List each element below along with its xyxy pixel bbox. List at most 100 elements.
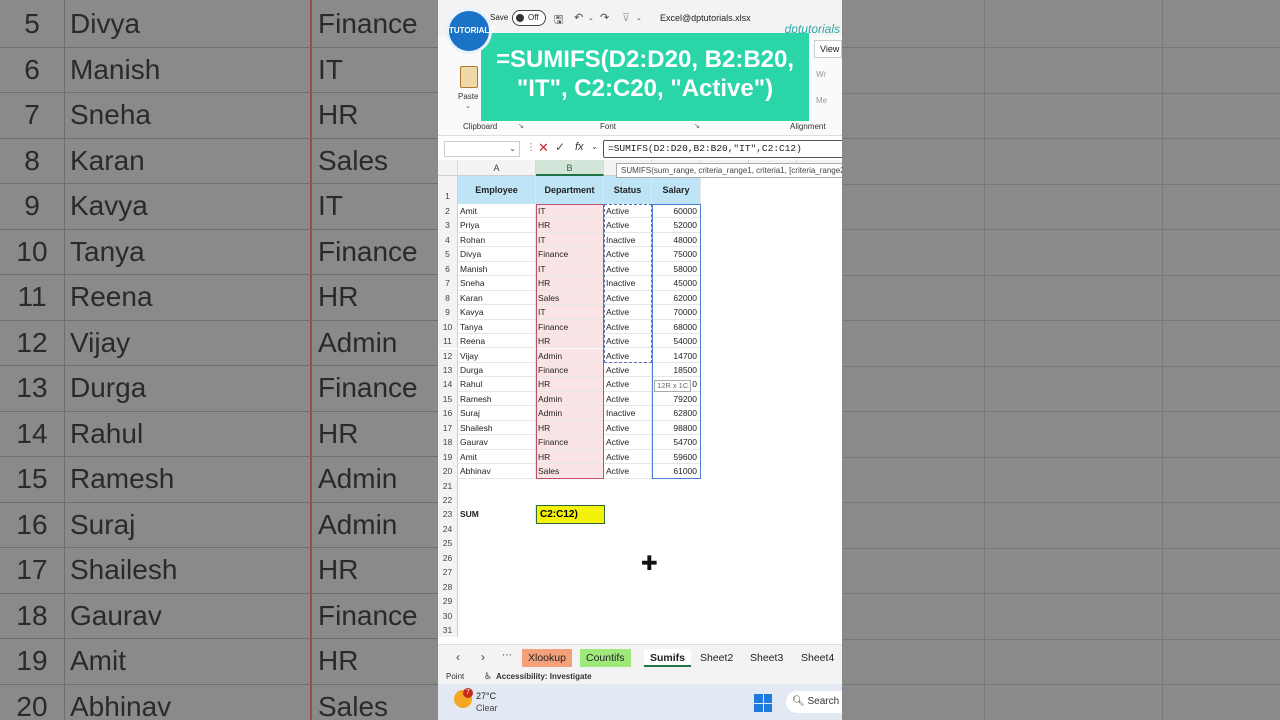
row-header[interactable]: 26 bbox=[438, 550, 458, 566]
chevron-down-icon[interactable]: ⌄ bbox=[509, 144, 516, 153]
table-cell[interactable]: Karan bbox=[458, 290, 536, 306]
table-cell[interactable]: Sneha bbox=[458, 276, 536, 291]
row-header[interactable]: 7 bbox=[438, 276, 458, 291]
formula-input[interactable]: =SUMIFS(D2:D20,B2:B20,"IT",C2:C12) bbox=[603, 140, 842, 158]
table-cell[interactable]: 62800 bbox=[652, 406, 701, 421]
table-header-cell[interactable]: Status bbox=[604, 176, 652, 204]
row-header[interactable]: 24 bbox=[438, 521, 458, 537]
windows-start-icon[interactable] bbox=[754, 694, 772, 712]
table-cell[interactable]: Admin bbox=[536, 391, 604, 407]
chevron-down-icon[interactable]: ⌄ bbox=[591, 142, 598, 151]
table-cell[interactable]: 14700 bbox=[652, 348, 701, 363]
more-icon[interactable]: ⋮ bbox=[526, 142, 536, 153]
table-cell[interactable]: 45000 bbox=[652, 276, 701, 291]
sheet-tab[interactable]: Sheet4 bbox=[795, 649, 840, 667]
table-cell[interactable]: Inactive bbox=[604, 276, 652, 291]
row-header[interactable]: 25 bbox=[438, 536, 458, 551]
table-cell[interactable]: 68000 bbox=[652, 319, 701, 335]
table-cell[interactable]: Active bbox=[604, 377, 652, 392]
merge-button[interactable]: Me bbox=[816, 96, 827, 105]
accessibility-icon[interactable]: ♿ bbox=[484, 671, 492, 682]
select-all[interactable] bbox=[438, 160, 458, 176]
row-header[interactable]: 1 bbox=[438, 176, 458, 204]
more-sheets-icon[interactable]: ⋯ bbox=[502, 650, 512, 661]
row-header[interactable]: 31 bbox=[438, 623, 458, 638]
table-cell[interactable]: IT bbox=[536, 204, 604, 219]
row-header[interactable]: 5 bbox=[438, 247, 458, 262]
table-cell[interactable]: 62000 bbox=[652, 290, 701, 306]
table-cell[interactable]: Finance bbox=[536, 247, 604, 262]
chevron-down-icon[interactable]: ⌄ bbox=[636, 14, 642, 22]
table-header-cell[interactable]: Employee bbox=[458, 176, 536, 204]
table-cell[interactable]: Rohan bbox=[458, 232, 536, 248]
row-header[interactable]: 19 bbox=[438, 449, 458, 465]
table-cell[interactable]: Active bbox=[604, 435, 652, 450]
table-cell[interactable]: 60000 bbox=[652, 204, 701, 219]
table-cell[interactable]: 48000 bbox=[652, 232, 701, 248]
autosave-toggle[interactable]: Off bbox=[512, 10, 546, 26]
table-cell[interactable]: HR bbox=[536, 276, 604, 291]
enter-check-icon[interactable]: ✓ bbox=[555, 140, 565, 154]
table-cell[interactable]: Inactive bbox=[604, 232, 652, 248]
table-cell[interactable]: HR bbox=[536, 449, 604, 465]
table-cell[interactable]: Active bbox=[604, 261, 652, 277]
table-cell[interactable]: Admin bbox=[536, 348, 604, 363]
table-cell[interactable]: IT bbox=[536, 261, 604, 277]
paste-icon[interactable] bbox=[460, 66, 478, 88]
table-cell[interactable]: 79200 bbox=[652, 391, 701, 407]
row-header[interactable]: 20 bbox=[438, 464, 458, 479]
table-cell[interactable]: 58000 bbox=[652, 261, 701, 277]
table-cell[interactable]: Active bbox=[604, 391, 652, 407]
table-cell[interactable]: Active bbox=[604, 420, 652, 436]
table-cell[interactable]: Tanya bbox=[458, 319, 536, 335]
row-header[interactable]: 18 bbox=[438, 435, 458, 450]
sheet-tab[interactable]: Countifs bbox=[580, 649, 631, 667]
row-header[interactable]: 22 bbox=[438, 493, 458, 508]
wrap-text-button[interactable]: Wr bbox=[816, 70, 826, 79]
row-header[interactable]: 27 bbox=[438, 565, 458, 580]
file-name[interactable]: Excel@dptutorials.xlsx bbox=[660, 13, 751, 23]
table-cell[interactable]: HR bbox=[536, 420, 604, 436]
filter-icon[interactable]: ⊽ bbox=[622, 11, 630, 24]
row-header[interactable]: 17 bbox=[438, 420, 458, 436]
row-header[interactable]: 9 bbox=[438, 305, 458, 320]
row-header[interactable]: 6 bbox=[438, 261, 458, 277]
row-header[interactable]: 11 bbox=[438, 334, 458, 349]
table-cell[interactable]: Active bbox=[604, 204, 652, 219]
accessibility-status[interactable]: Accessibility: Investigate bbox=[496, 672, 592, 681]
table-cell[interactable]: Admin bbox=[536, 406, 604, 421]
table-cell[interactable]: HR bbox=[536, 334, 604, 349]
prev-sheet-icon[interactable]: ‹ bbox=[456, 650, 460, 664]
row-header[interactable]: 14 bbox=[438, 377, 458, 392]
save-icon[interactable]: 🖫 bbox=[554, 11, 563, 30]
worksheet-grid[interactable]: A B C D 12R x 1C ✚ 123456789101112131415… bbox=[438, 160, 842, 644]
table-cell[interactable]: IT bbox=[536, 232, 604, 248]
table-cell[interactable]: Active bbox=[604, 290, 652, 306]
table-cell[interactable]: 98800 bbox=[652, 420, 701, 436]
table-cell[interactable]: 61000 bbox=[652, 464, 701, 479]
table-cell[interactable]: Sales bbox=[536, 464, 604, 479]
table-cell[interactable]: Manish bbox=[458, 261, 536, 277]
column-header-a[interactable]: A bbox=[458, 160, 536, 176]
table-cell[interactable]: Suraj bbox=[458, 406, 536, 421]
table-cell[interactable]: Gaurav bbox=[458, 435, 536, 450]
row-header[interactable]: 30 bbox=[438, 608, 458, 624]
table-cell[interactable]: Vijay bbox=[458, 348, 536, 363]
chevron-down-icon[interactable]: ⌄ bbox=[465, 102, 471, 110]
table-cell[interactable]: Finance bbox=[536, 435, 604, 450]
next-sheet-icon[interactable]: › bbox=[481, 650, 485, 664]
row-header[interactable]: 10 bbox=[438, 319, 458, 335]
sheet-tab[interactable]: Xlookup bbox=[522, 649, 572, 667]
table-cell[interactable]: Active bbox=[604, 464, 652, 479]
table-cell[interactable]: Active bbox=[604, 334, 652, 349]
table-cell[interactable]: Active bbox=[604, 319, 652, 335]
cancel-icon[interactable]: ✕ bbox=[538, 140, 549, 156]
undo-icon[interactable]: ↶ bbox=[574, 11, 583, 24]
dialog-launcher-icon[interactable]: ↘ bbox=[694, 122, 700, 130]
sheet-tab[interactable]: Sumifs bbox=[644, 649, 692, 667]
table-cell[interactable]: Inactive bbox=[604, 406, 652, 421]
table-cell[interactable]: Active bbox=[604, 348, 652, 363]
table-cell[interactable]: Finance bbox=[536, 319, 604, 335]
sheet-tab[interactable]: Sheet2 bbox=[694, 649, 739, 667]
sum-formula-cell[interactable]: C2:C12) bbox=[536, 505, 605, 525]
